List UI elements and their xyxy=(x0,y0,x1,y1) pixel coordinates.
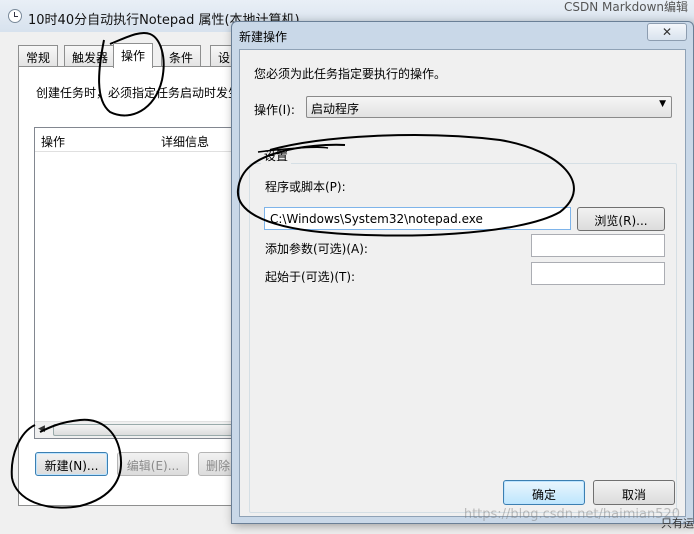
action-type-value: 启动程序 xyxy=(311,102,360,116)
column-header-details[interactable]: 详细信息 xyxy=(161,133,209,150)
tab-conditions[interactable]: 条件 xyxy=(161,45,202,67)
browse-button[interactable]: 浏览(R)... xyxy=(577,207,665,231)
tab-strip: 常规 触发器 操作 条件 设 xyxy=(18,43,239,68)
chevron-down-icon[interactable]: ▼ xyxy=(659,99,666,109)
settings-group-title: 设置 xyxy=(261,147,292,164)
arguments-label: 添加参数(可选)(A): xyxy=(265,242,368,256)
new-action-dialog: 新建操作 ✕ 您必须为此任务指定要执行的操作。 操作(I): 启动程序 ▼ 设置… xyxy=(231,21,694,524)
actions-hint: 创建任务时，必须指定任务启动时发生 xyxy=(36,86,241,100)
ok-button[interactable]: 确定 xyxy=(503,480,585,505)
program-script-label: 程序或脚本(P): xyxy=(265,180,346,194)
start-in-label: 起始于(可选)(T): xyxy=(265,270,356,284)
actions-list[interactable]: 操作 详细信息 ◀ xyxy=(34,127,244,439)
tab-general[interactable]: 常规 xyxy=(18,45,59,67)
column-header-action[interactable]: 操作 xyxy=(41,133,65,150)
start-in-input[interactable] xyxy=(531,262,665,285)
horizontal-scrollbar[interactable]: ◀ xyxy=(35,421,243,438)
clock-icon xyxy=(8,9,22,23)
watermark: https://blog.csdn.net/haimian520 xyxy=(463,507,680,522)
new-action-button[interactable]: 新建(N)... xyxy=(35,452,108,476)
tab-actions[interactable]: 操作 xyxy=(113,43,154,68)
dialog-title: 新建操作 xyxy=(239,30,288,44)
side-text-fragment: 只有运 xyxy=(661,517,694,530)
dialog-instruction: 您必须为此任务指定要执行的操作。 xyxy=(254,67,447,81)
program-script-input[interactable]: C:\Windows\System32\notepad.exe xyxy=(264,207,571,230)
dialog-content: 您必须为此任务指定要执行的操作。 操作(I): 启动程序 ▼ 设置 程序或脚本(… xyxy=(239,49,686,517)
action-type-select[interactable]: 启动程序 ▼ xyxy=(306,96,672,118)
behind-window-title-fragment: CSDN Markdown编辑 xyxy=(564,0,688,14)
arguments-input[interactable] xyxy=(531,234,665,257)
actions-list-header: 操作 详细信息 xyxy=(35,128,243,152)
edit-action-button[interactable]: 编辑(E)... xyxy=(117,452,189,476)
dialog-titlebar[interactable]: 新建操作 ✕ xyxy=(232,22,693,48)
tab-triggers[interactable]: 触发器 xyxy=(64,45,117,67)
action-type-label: 操作(I): xyxy=(254,103,295,117)
close-icon[interactable]: ✕ xyxy=(647,23,687,41)
chevron-left-icon[interactable]: ◀ xyxy=(38,424,45,434)
scrollbar-thumb[interactable] xyxy=(53,424,233,436)
cancel-button[interactable]: 取消 xyxy=(593,480,675,505)
